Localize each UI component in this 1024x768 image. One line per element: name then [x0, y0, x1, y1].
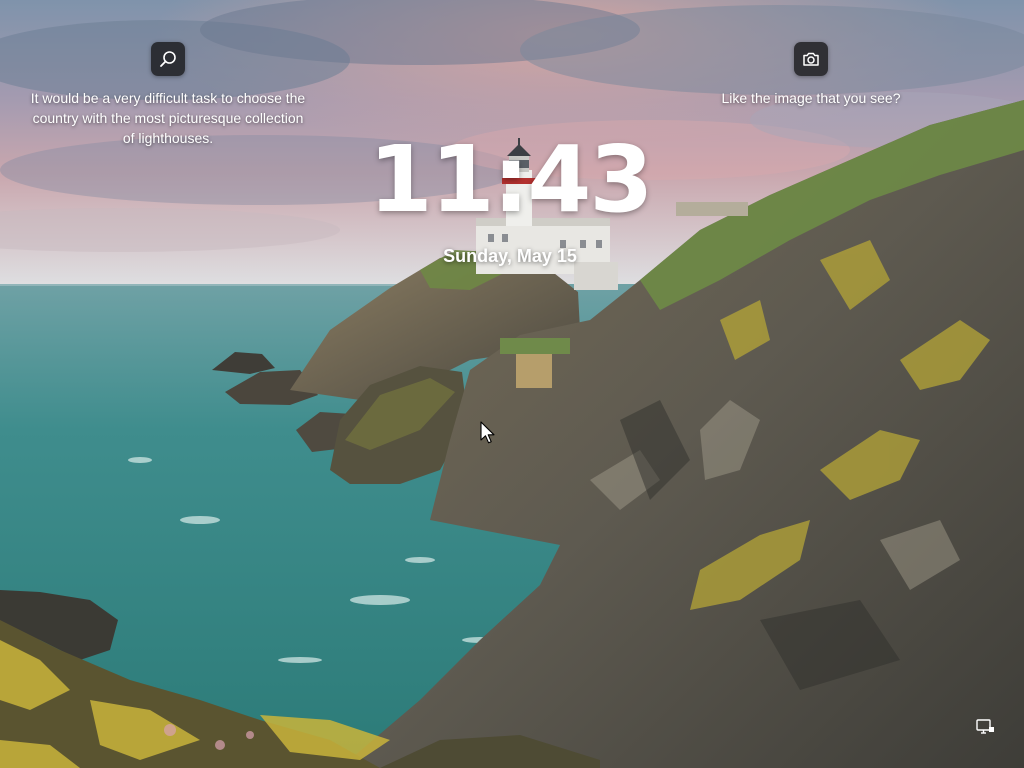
network-icon[interactable] [975, 717, 995, 737]
mouse-pointer-icon [480, 421, 495, 444]
search-icon [160, 51, 176, 67]
camera-icon [803, 52, 819, 66]
like-image-button[interactable] [794, 42, 828, 76]
lock-screen-date: Sunday, May 15 [443, 246, 577, 266]
spotlight-info-button[interactable] [151, 42, 185, 76]
lock-screen[interactable]: It would be a very difficult task to cho… [0, 0, 1024, 768]
like-image-prompt[interactable]: Like the image that you see? [700, 88, 922, 108]
spotlight-fact-text[interactable]: It would be a very difficult task to cho… [30, 88, 306, 148]
lock-screen-clock: 11:43 [368, 126, 654, 233]
